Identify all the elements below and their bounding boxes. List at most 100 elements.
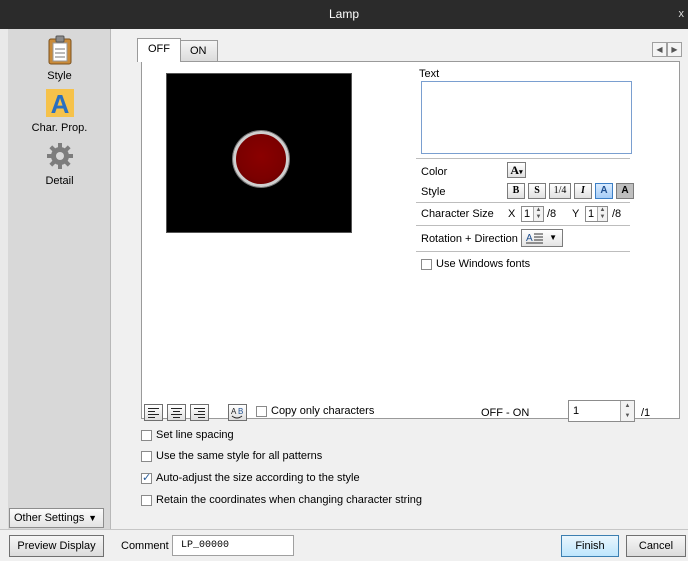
- preview-display-button[interactable]: Preview Display: [9, 535, 104, 557]
- button-label: Preview Display: [17, 540, 96, 552]
- bold-button[interactable]: B: [507, 183, 525, 199]
- divider: [416, 158, 630, 159]
- shadow-button[interactable]: S: [528, 183, 546, 199]
- auto-adjust-checkbox[interactable]: Auto-adjust the size according to the st…: [141, 471, 360, 484]
- other-settings-dropdown[interactable]: Other Settings ▼: [9, 508, 104, 528]
- svg-text:A: A: [50, 89, 69, 117]
- text-copy-icon: A B: [231, 407, 243, 419]
- off-on-spinner[interactable]: 1 ▲ ▼: [568, 400, 635, 422]
- align-left-button[interactable]: [144, 404, 163, 421]
- checkbox-box[interactable]: [141, 429, 152, 441]
- x-suffix: /8: [547, 208, 557, 220]
- title-bar: Lamp x: [0, 0, 688, 29]
- checkbox-box[interactable]: [256, 405, 267, 417]
- text-direction-icon: A: [526, 233, 543, 244]
- chevron-down-icon: ▼: [88, 513, 97, 523]
- tab-panel: Text Color A▾ Style B S 1/4 I A A Charac…: [141, 61, 680, 419]
- chevron-down-icon: ▼: [549, 233, 557, 242]
- text-label: Text: [419, 68, 440, 80]
- sidebar-item-label: Style: [47, 70, 72, 82]
- cancel-button[interactable]: Cancel: [626, 535, 686, 557]
- off-on-value: 1: [573, 405, 580, 417]
- main-area: OFF ON ◀ ▶ Text Color A▾ Style B S 1/4 I…: [111, 29, 688, 529]
- checkbox-label: Set line spacing: [156, 429, 234, 441]
- lamp-preview: [166, 73, 352, 233]
- checkbox-box[interactable]: [141, 450, 152, 462]
- x-size-spinner[interactable]: 1 ▲ ▼: [521, 206, 544, 222]
- y-label: Y: [572, 208, 580, 220]
- scroll-left-icon[interactable]: ◀: [652, 42, 667, 57]
- text-input[interactable]: [421, 81, 632, 154]
- copy-text-button[interactable]: A B: [228, 404, 247, 421]
- chevron-down-icon: ▾: [519, 169, 523, 176]
- sidebar-item-label: Detail: [45, 175, 74, 187]
- color-button-label: A: [510, 163, 520, 177]
- color-button[interactable]: A▾: [507, 162, 526, 178]
- button-label: Finish: [575, 540, 605, 552]
- align-right-button[interactable]: [190, 404, 209, 421]
- spinner-arrows-icon[interactable]: ▲ ▼: [597, 207, 607, 221]
- svg-text:A: A: [526, 233, 533, 244]
- spinner-arrows-icon[interactable]: ▲ ▼: [620, 401, 634, 421]
- quarter-size-button[interactable]: 1/4: [549, 183, 571, 199]
- align-center-button[interactable]: [167, 404, 186, 421]
- off-on-suffix: /1: [641, 407, 651, 419]
- checkbox-box[interactable]: [421, 258, 432, 270]
- use-windows-fonts-checkbox[interactable]: Use Windows fonts: [421, 258, 530, 270]
- window-border: [0, 29, 8, 561]
- checkbox-label: Retain the coordinates when changing cha…: [156, 494, 422, 506]
- divider: [416, 202, 630, 203]
- character-a-icon: A: [45, 89, 74, 119]
- close-icon[interactable]: x: [679, 0, 685, 29]
- italic-button[interactable]: I: [574, 183, 592, 199]
- tab-on[interactable]: ON: [179, 40, 218, 62]
- button-label: Cancel: [638, 540, 674, 552]
- style-a-outline-button[interactable]: A: [616, 183, 634, 199]
- comment-label: Comment: [121, 540, 169, 552]
- checkbox-label: Use the same style for all patterns: [156, 450, 323, 462]
- y-size-spinner[interactable]: 1 ▲ ▼: [585, 206, 608, 222]
- color-label: Color: [421, 166, 448, 178]
- tab-label: ON: [190, 45, 207, 57]
- char-size-label: Character Size: [421, 208, 494, 220]
- window-title: Lamp: [328, 7, 360, 21]
- footer-bar: Preview Display Comment LP_00000 Finish …: [0, 529, 688, 561]
- style-label: Style: [421, 186, 446, 198]
- other-settings-label: Other Settings: [14, 512, 85, 524]
- retain-coordinates-checkbox[interactable]: Retain the coordinates when changing cha…: [141, 494, 422, 506]
- tab-off[interactable]: OFF: [137, 38, 181, 62]
- checkbox-box[interactable]: [141, 471, 152, 484]
- checkbox-label: Use Windows fonts: [436, 258, 531, 270]
- style-a-button[interactable]: A: [595, 183, 613, 199]
- svg-text:A: A: [231, 407, 237, 416]
- comment-input[interactable]: LP_00000: [172, 535, 294, 556]
- divider: [416, 251, 630, 252]
- sidebar-item-char-prop[interactable]: A Char. Prop.: [8, 89, 111, 134]
- svg-text:B: B: [238, 407, 243, 416]
- off-on-label: OFF - ON: [481, 407, 530, 419]
- copy-only-characters-checkbox[interactable]: Copy only characters: [256, 405, 374, 417]
- rotation-dropdown[interactable]: A ▼: [521, 229, 563, 247]
- sidebar-item-label: Char. Prop.: [31, 122, 88, 134]
- tab-label: OFF: [148, 43, 170, 55]
- sidebar: Style A Char. Prop. Detail: [8, 29, 111, 529]
- gear-icon: [46, 143, 73, 169]
- spinner-arrows-icon[interactable]: ▲ ▼: [533, 207, 543, 221]
- sidebar-item-detail[interactable]: Detail: [8, 142, 111, 187]
- scroll-right-icon[interactable]: ▶: [667, 42, 682, 57]
- same-style-checkbox[interactable]: Use the same style for all patterns: [141, 450, 322, 462]
- clipboard-icon: [48, 35, 71, 65]
- y-size-value: 1: [588, 208, 595, 220]
- lamp-shape: [233, 131, 289, 187]
- divider: [416, 225, 630, 226]
- rotation-label: Rotation + Direction: [421, 233, 518, 245]
- sidebar-item-style[interactable]: Style: [8, 35, 111, 82]
- checkbox-label: Auto-adjust the size according to the st…: [156, 472, 360, 484]
- x-size-value: 1: [524, 208, 531, 220]
- set-line-spacing-checkbox[interactable]: Set line spacing: [141, 429, 234, 441]
- checkbox-label: Copy only characters: [271, 405, 375, 417]
- y-suffix: /8: [612, 208, 622, 220]
- checkbox-box[interactable]: [141, 494, 152, 506]
- finish-button[interactable]: Finish: [561, 535, 619, 557]
- x-label: X: [508, 208, 516, 220]
